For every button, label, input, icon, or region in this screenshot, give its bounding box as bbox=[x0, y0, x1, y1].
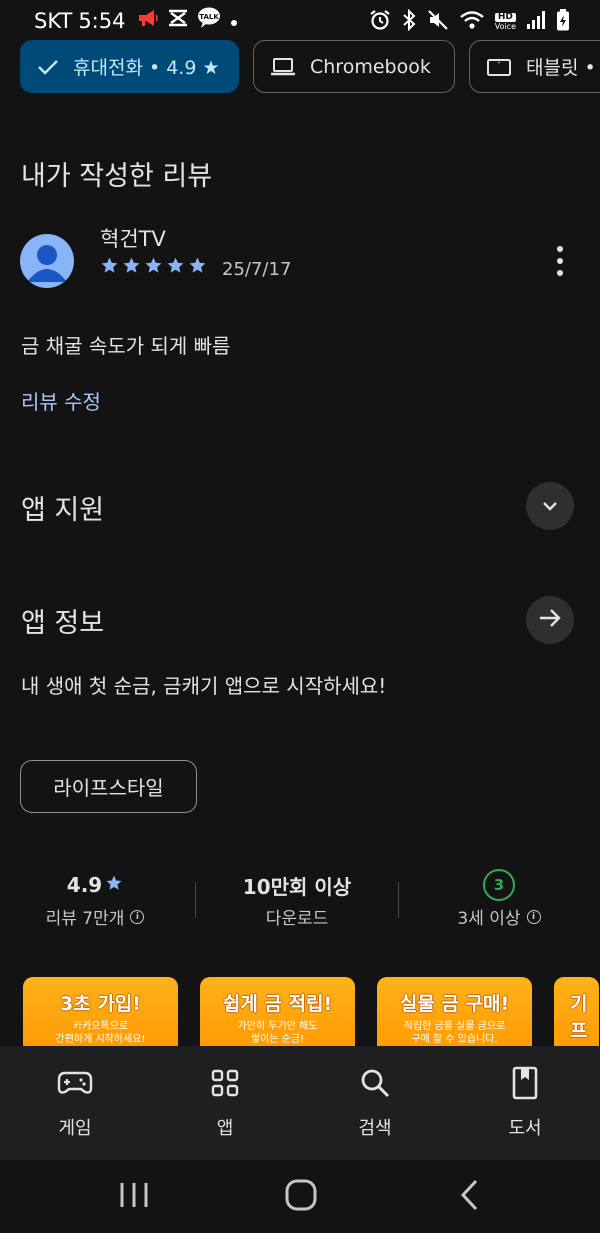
chevron-down-icon bbox=[541, 497, 559, 516]
stat-rating: 4.9 리뷰 7만개 i bbox=[0, 870, 190, 929]
carrier-label: SKT bbox=[34, 8, 73, 33]
screenshot-subtitle-line: 가만히 두기만 해도 bbox=[237, 1021, 318, 1032]
expand-support-button[interactable] bbox=[526, 482, 574, 530]
downloads-label: 다운로드 bbox=[265, 909, 329, 929]
review-stars bbox=[100, 256, 207, 279]
chip-tablet-label: 태블릿 • 4 bbox=[526, 57, 600, 79]
info-icon[interactable]: i bbox=[130, 909, 145, 924]
alarm-icon bbox=[369, 9, 391, 35]
info-icon[interactable]: i bbox=[526, 909, 541, 924]
nav-item-apps[interactable]: 앱 bbox=[170, 1064, 280, 1140]
star-icon bbox=[105, 873, 123, 897]
battery-icon bbox=[556, 9, 570, 35]
status-left: SKT 5:54 TALK bbox=[34, 7, 239, 34]
book-icon bbox=[470, 1064, 580, 1102]
device-chip-row: 휴대전화 • 4.9 ★ Chromebook 태블릿 • 4 bbox=[20, 40, 600, 93]
edit-review-link[interactable]: 리뷰 수정 bbox=[21, 386, 101, 415]
dot-icon bbox=[229, 9, 239, 33]
stat-age: 3 3세 이상 i bbox=[404, 869, 594, 929]
screenshot-card[interactable]: 쉽게 금 적립! 가만히 두기만 해도 쌓이는 순금! bbox=[200, 977, 355, 1057]
star-icon bbox=[188, 256, 207, 279]
tablet-icon bbox=[486, 57, 512, 77]
chip-phone[interactable]: 휴대전화 • 4.9 ★ bbox=[20, 40, 239, 93]
stat-downloads: 10만회 이상 다운로드 bbox=[202, 870, 392, 930]
app-info-arrow-button[interactable] bbox=[526, 596, 574, 644]
chip-phone-label: 휴대전화 • 4.9 ★ bbox=[73, 57, 220, 79]
stat-divider bbox=[398, 882, 399, 918]
status-bar: SKT 5:54 TALK HD Voice bbox=[0, 0, 600, 42]
star-icon bbox=[144, 256, 163, 279]
hd-voice-icon: HD Voice bbox=[494, 13, 516, 31]
age-label: 3세 이상 bbox=[457, 909, 521, 929]
screenshot-card[interactable]: 실물 금 구매! 적립한 금을 실물 금으로 구매 할 수 있습니다. bbox=[377, 977, 532, 1057]
star-icon bbox=[122, 256, 141, 279]
capcut-icon bbox=[167, 8, 189, 33]
screenshot-carousel[interactable]: 3초 가입! 카카오톡으로 간편하게 시작하세요! 쉽게 금 적립! 가만히 두… bbox=[23, 977, 599, 1057]
review-text: 금 채굴 속도가 되게 빠름 bbox=[21, 334, 231, 358]
more-options-icon[interactable] bbox=[546, 244, 574, 278]
rating-label: 리뷰 7만개 bbox=[45, 909, 125, 929]
nav-label: 도서 bbox=[508, 1118, 542, 1139]
laptop-icon bbox=[270, 57, 296, 77]
screenshot-title: 쉽게 금 적립! bbox=[222, 993, 333, 1015]
nav-label: 검색 bbox=[358, 1118, 392, 1139]
back-icon[interactable] bbox=[458, 1178, 482, 1216]
screenshot-card[interactable]: 기프 적립 기프 bbox=[554, 977, 599, 1057]
star-icon bbox=[100, 256, 119, 279]
nav-item-games[interactable]: 게임 bbox=[20, 1064, 130, 1140]
reviewer-name: 혁건TV bbox=[100, 227, 166, 251]
mute-icon bbox=[427, 9, 449, 35]
home-icon[interactable] bbox=[284, 1178, 318, 1216]
chip-chromebook[interactable]: Chromebook bbox=[253, 40, 455, 93]
status-right: HD Voice bbox=[369, 8, 570, 35]
check-icon bbox=[37, 58, 59, 76]
voice-label: Voice bbox=[494, 22, 516, 31]
star-icon bbox=[166, 256, 185, 279]
screenshot-subtitle-line: 카카오톡으로 bbox=[72, 1021, 129, 1032]
category-chip[interactable]: 라이프스타일 bbox=[20, 760, 197, 813]
app-support-title[interactable]: 앱 지원 bbox=[21, 488, 104, 527]
gamepad-icon bbox=[20, 1064, 130, 1102]
stat-divider bbox=[195, 882, 196, 918]
nav-label: 게임 bbox=[58, 1118, 92, 1139]
nav-item-search[interactable]: 검색 bbox=[320, 1064, 430, 1140]
screenshot-subtitle-line: 적립한 금을 실물 금으로 bbox=[403, 1021, 506, 1032]
svg-text:TALK: TALK bbox=[200, 13, 220, 21]
screenshot-subtitle-line: 쌓이는 순금! bbox=[250, 1034, 305, 1045]
downloads-value: 10만회 이상 bbox=[242, 874, 352, 899]
wifi-icon bbox=[459, 9, 485, 35]
arrow-right-icon bbox=[538, 608, 562, 632]
signal-icon bbox=[526, 10, 546, 34]
apps-grid-icon bbox=[170, 1064, 280, 1102]
search-icon bbox=[320, 1064, 430, 1102]
app-description: 내 생애 첫 순금, 금캐기 앱으로 시작하세요! bbox=[21, 674, 387, 698]
screenshot-subtitle: 적립한 금을 실물 금으로 구매 할 수 있습니다. bbox=[377, 1020, 532, 1046]
screenshot-subtitle: 가만히 두기만 해도 쌓이는 순금! bbox=[200, 1020, 355, 1046]
rating-value: 4.9 bbox=[66, 873, 103, 897]
nav-label: 앱 bbox=[216, 1118, 234, 1139]
screenshot-subtitle-line: 간편하게 시작하세요! bbox=[55, 1034, 146, 1045]
screenshot-subtitle-line: 구매 할 수 있습니다. bbox=[411, 1034, 498, 1045]
screenshot-title: 3초 가입! bbox=[60, 993, 141, 1015]
nav-item-books[interactable]: 도서 bbox=[470, 1064, 580, 1140]
avatar bbox=[20, 234, 74, 288]
kakaotalk-icon: TALK bbox=[197, 7, 221, 34]
screenshot-title: 기프 bbox=[570, 993, 588, 1042]
chip-tablet[interactable]: 태블릿 • 4 bbox=[469, 40, 600, 93]
my-review-title: 내가 작성한 리뷰 bbox=[21, 161, 213, 192]
review-date: 25/7/17 bbox=[222, 259, 292, 280]
megaphone-icon bbox=[137, 8, 159, 33]
clock: 5:54 bbox=[78, 8, 126, 33]
screenshot-card[interactable]: 3초 가입! 카카오톡으로 간편하게 시작하세요! bbox=[23, 977, 178, 1057]
bluetooth-icon bbox=[401, 8, 417, 35]
hd-label: HD bbox=[494, 13, 516, 22]
recent-apps-icon[interactable] bbox=[117, 1180, 151, 1214]
age-rating-badge: 3 bbox=[483, 869, 515, 901]
chip-chromebook-label: Chromebook bbox=[310, 55, 431, 78]
screenshot-title: 실물 금 구매! bbox=[399, 993, 510, 1015]
app-info-title[interactable]: 앱 정보 bbox=[21, 601, 104, 640]
screenshot-subtitle: 카카오톡으로 간편하게 시작하세요! bbox=[23, 1020, 178, 1046]
